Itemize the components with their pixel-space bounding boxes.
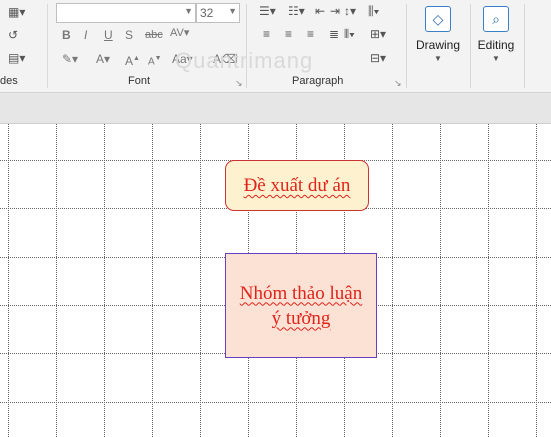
font-name-field[interactable]: ▼ bbox=[56, 3, 196, 23]
character-spacing-icon[interactable]: AV▾ bbox=[170, 25, 189, 41]
drawing-button[interactable]: ◇ Drawing ▼ bbox=[412, 6, 464, 63]
gridline bbox=[8, 124, 9, 437]
italic-icon[interactable]: I bbox=[84, 27, 87, 43]
justify-icon[interactable]: ≣ bbox=[329, 26, 339, 42]
align-left-icon[interactable]: ≡ bbox=[263, 26, 270, 42]
chevron-down-icon[interactable]: ▼ bbox=[184, 6, 193, 16]
shape-text[interactable]: Đề xuất dư án bbox=[244, 173, 351, 198]
decrease-indent-icon[interactable]: ⇤ bbox=[315, 3, 325, 19]
align-right-icon[interactable]: ≡ bbox=[307, 26, 314, 42]
watermark-logo: Quantrimang bbox=[175, 48, 314, 73]
gridline bbox=[0, 402, 551, 403]
gridline bbox=[152, 124, 153, 437]
gridline bbox=[104, 124, 105, 437]
layout-icon[interactable]: ▦▾ bbox=[8, 4, 25, 20]
gridline bbox=[392, 124, 393, 437]
font-size-value: 32 bbox=[200, 6, 214, 20]
font-size-field[interactable]: 32 ▼ bbox=[196, 3, 240, 23]
search-icon: ⌕ bbox=[483, 6, 509, 32]
align-center-icon[interactable]: ≡ bbox=[285, 26, 292, 42]
ribbon: ▦▾ ↺ ▤▾ des ▼ 32 ▼ B I U S abc AV▾ ✎▾ A▾… bbox=[0, 0, 551, 93]
shape-text-block[interactable]: Nhóm thảo luận ý tưởng bbox=[240, 281, 362, 331]
group-separator bbox=[406, 4, 407, 88]
rectangle-shape[interactable]: Nhóm thảo luận ý tưởng bbox=[225, 253, 377, 358]
shadow-icon[interactable]: S bbox=[125, 27, 133, 43]
increase-indent-icon[interactable]: ⇥ bbox=[330, 3, 340, 19]
numbering-icon[interactable]: ☷▾ bbox=[288, 3, 305, 19]
shape-text-line: ý tưởng bbox=[271, 307, 331, 329]
shape-text-line: Nhóm thảo luận bbox=[239, 282, 363, 304]
font-color-icon[interactable]: A▾ bbox=[96, 51, 110, 67]
increase-font-icon[interactable]: A▲ bbox=[125, 51, 140, 69]
group-label-paragraph: Paragraph bbox=[292, 75, 344, 87]
gridline bbox=[536, 124, 537, 437]
editing-button[interactable]: ⌕ Editing ▼ bbox=[474, 6, 518, 63]
line-spacing-icon[interactable]: ↕▾ bbox=[344, 3, 356, 19]
gridline bbox=[200, 124, 201, 437]
text-highlight-icon[interactable]: ✎▾ bbox=[62, 51, 78, 67]
gridline bbox=[488, 124, 489, 437]
section-icon[interactable]: ▤▾ bbox=[8, 50, 25, 66]
strikethrough-icon[interactable]: abc bbox=[145, 27, 163, 43]
underline-icon[interactable]: U bbox=[104, 27, 113, 43]
chevron-down-icon: ▼ bbox=[492, 54, 500, 63]
shapes-icon: ◇ bbox=[425, 6, 451, 32]
gridline bbox=[56, 124, 57, 437]
group-separator bbox=[470, 4, 471, 88]
dialog-launcher-icon[interactable]: ↘ bbox=[394, 75, 402, 91]
group-label-font: Font bbox=[128, 75, 151, 87]
group-separator bbox=[524, 4, 525, 88]
bullets-icon[interactable]: ☰▾ bbox=[259, 3, 276, 19]
columns-icon[interactable]: ⫴▾ bbox=[344, 26, 355, 42]
align-text-icon[interactable]: ⊞▾ bbox=[370, 26, 386, 42]
chevron-down-icon: ▼ bbox=[434, 54, 442, 63]
decrease-font-icon[interactable]: A▼ bbox=[148, 51, 162, 70]
group-separator bbox=[47, 4, 48, 88]
chevron-down-icon[interactable]: ▼ bbox=[228, 6, 237, 16]
reset-icon[interactable]: ↺ bbox=[8, 27, 18, 43]
editing-label: Editing bbox=[477, 38, 515, 52]
group-label-slides: des bbox=[0, 75, 18, 87]
smartart-icon[interactable]: ⊟▾ bbox=[370, 50, 386, 66]
bold-icon[interactable]: B bbox=[62, 27, 71, 43]
dialog-launcher-icon[interactable]: ↘ bbox=[235, 75, 243, 91]
text-direction-icon[interactable]: ⫼▾ bbox=[368, 3, 379, 19]
ribbon-bottom-bar bbox=[0, 93, 551, 124]
drawing-label: Drawing bbox=[415, 38, 460, 52]
gridline bbox=[440, 124, 441, 437]
rounded-rectangle-shape[interactable]: Đề xuất dư án bbox=[225, 160, 369, 211]
group-separator bbox=[246, 4, 247, 88]
